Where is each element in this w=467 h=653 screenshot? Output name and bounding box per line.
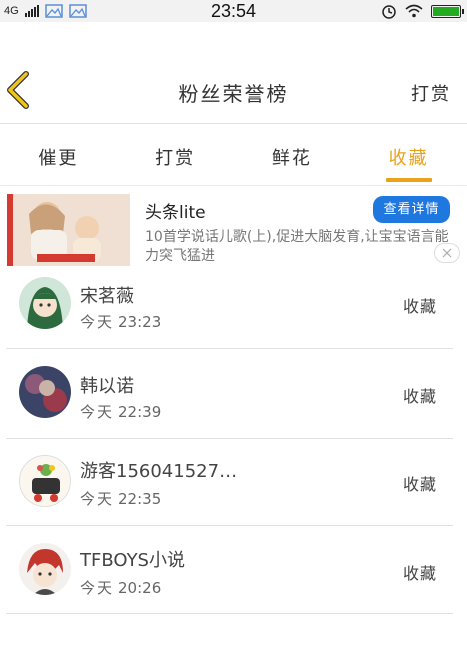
favorite-label: 收藏 bbox=[402, 475, 437, 494]
user-name: TFBOYS小说 bbox=[80, 550, 185, 571]
image-notification-icon bbox=[44, 4, 63, 18]
favorite-time: 今天 22:35 bbox=[80, 490, 162, 508]
favorite-time: 今天 20:26 bbox=[80, 579, 162, 597]
avatar bbox=[19, 543, 71, 595]
favorite-time: 今天 23:23 bbox=[80, 313, 162, 331]
tab-urge-update[interactable]: 催更 bbox=[0, 140, 117, 184]
signal-icon bbox=[24, 5, 39, 17]
tab-bar: 催更 打赏 鲜花 收藏 bbox=[0, 140, 467, 184]
network-type: 4G bbox=[4, 5, 19, 17]
divider bbox=[6, 613, 453, 614]
ad-title: 头条lite bbox=[145, 203, 206, 223]
list-item[interactable]: TFBOYS小说 今天 20:26 收藏 bbox=[0, 526, 467, 614]
header: 粉丝荣誉榜 打赏 bbox=[0, 62, 467, 120]
favorite-time: 今天 22:39 bbox=[80, 403, 162, 421]
tab-favorites[interactable]: 收藏 bbox=[350, 140, 467, 184]
user-name: 韩以诺 bbox=[80, 376, 134, 397]
avatar bbox=[19, 455, 71, 507]
divider bbox=[0, 185, 467, 186]
list-item[interactable]: 游客156041527… 今天 22:35 收藏 bbox=[0, 438, 467, 526]
tab-flowers[interactable]: 鲜花 bbox=[234, 140, 351, 184]
page-title: 粉丝荣誉榜 bbox=[178, 82, 289, 106]
wifi-icon bbox=[405, 4, 423, 18]
divider bbox=[6, 348, 453, 349]
image-notification-icon-2 bbox=[68, 4, 87, 18]
alarm-icon bbox=[382, 5, 396, 19]
favorite-label: 收藏 bbox=[402, 387, 437, 406]
status-bar: 4G 23:54 bbox=[0, 0, 467, 22]
divider bbox=[0, 123, 467, 124]
tab-reward[interactable]: 打赏 bbox=[117, 140, 234, 184]
favorite-label: 收藏 bbox=[402, 564, 437, 583]
view-details-button[interactable]: 查看详情 bbox=[373, 196, 450, 223]
avatar bbox=[19, 366, 71, 418]
list-item[interactable]: 宋茗薇 今天 23:23 收藏 bbox=[0, 260, 467, 349]
ad-thumbnail bbox=[7, 194, 130, 266]
tab-active-indicator bbox=[385, 178, 432, 182]
avatar bbox=[19, 277, 71, 329]
favorite-label: 收藏 bbox=[402, 297, 437, 316]
battery-icon bbox=[431, 4, 464, 18]
user-name: 游客156041527… bbox=[80, 461, 238, 482]
ad-banner[interactable]: 头条lite 查看详情 10首学说话儿歌(上),促进大脑发育,让宝宝语言能力突飞… bbox=[0, 190, 467, 268]
list-item[interactable]: 韩以诺 今天 22:39 收藏 bbox=[0, 350, 467, 439]
reward-button[interactable]: 打赏 bbox=[411, 80, 451, 106]
user-name: 宋茗薇 bbox=[80, 286, 134, 307]
